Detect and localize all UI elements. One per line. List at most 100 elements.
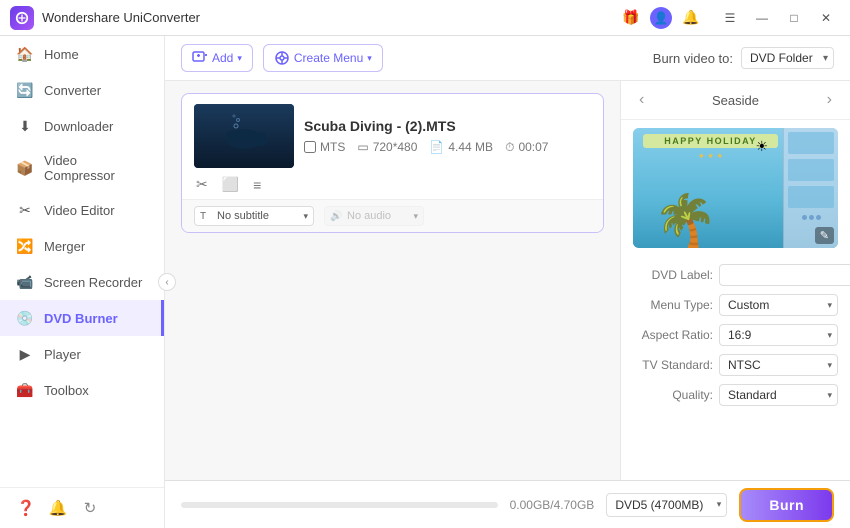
dvd-type-select[interactable]: DVD5 (4700MB) DVD9 (8500MB): [606, 493, 727, 517]
main-area: Scuba Diving - (2).MTS MTS ▭ 720*480: [165, 81, 850, 480]
dot-2: [809, 215, 814, 220]
rp-thumb-2: [788, 159, 834, 181]
minimize-btn[interactable]: —: [748, 8, 776, 28]
dvd-type-select-wrap[interactable]: DVD5 (4700MB) DVD9 (8500MB): [606, 493, 727, 517]
file-meta: MTS ▭ 720*480 📄 4.44 MB: [304, 140, 591, 155]
burn-button[interactable]: Burn: [739, 488, 834, 522]
progress-bar: [181, 502, 498, 508]
clock-icon: ⏱: [505, 140, 514, 155]
sidebar-item-converter[interactable]: 🔄 Converter: [0, 72, 164, 108]
quality-field: Quality: Standard High Low: [633, 384, 838, 406]
sidebar-item-video-editor[interactable]: ✂ Video Editor: [0, 192, 164, 228]
resolution-item: ▭ 720*480: [357, 140, 417, 154]
collapse-sidebar-btn[interactable]: ‹: [158, 273, 176, 291]
close-btn[interactable]: ✕: [812, 8, 840, 28]
subtitle-select-wrap[interactable]: T No subtitle: [194, 206, 314, 226]
rp-dots: [788, 215, 834, 220]
sidebar-item-merger[interactable]: 🔀 Merger: [0, 228, 164, 264]
rp-fields: DVD Label: Menu Type: Custom Default Non…: [621, 256, 850, 414]
tv-standard-select[interactable]: NTSC PAL: [719, 354, 838, 376]
sidebar-item-toolbox[interactable]: 🧰 Toolbox: [0, 372, 164, 408]
bottom-bar: 0.00GB/4.70GB DVD5 (4700MB) DVD9 (8500MB…: [165, 480, 850, 528]
add-media-btn[interactable]: Add ▾: [181, 44, 253, 72]
menu-type-field: Menu Type: Custom Default None: [633, 294, 838, 316]
sidebar-label-editor: Video Editor: [44, 203, 115, 218]
resolution-icon: ▭: [357, 140, 368, 154]
sidebar-label-converter: Converter: [44, 83, 101, 98]
sidebar-label-compressor: Video Compressor: [44, 153, 148, 183]
menu-type-text: Menu Type:: [633, 298, 713, 312]
sidebar-label-player: Player: [44, 347, 81, 362]
tv-standard-select-wrap[interactable]: NTSC PAL: [719, 354, 838, 376]
editor-icon: ✂: [16, 201, 34, 219]
gift-icon-btn[interactable]: 🎁: [618, 5, 644, 31]
resolution-value: 720*480: [373, 140, 418, 154]
sidebar-item-video-compressor[interactable]: 📦 Video Compressor: [0, 144, 164, 192]
format-item[interactable]: MTS: [304, 140, 345, 154]
effect-btn[interactable]: ≡: [251, 174, 263, 195]
palm-tree-icon: 🌴: [653, 196, 718, 248]
create-menu-btn[interactable]: Create Menu ▾: [263, 44, 383, 72]
menu-btn[interactable]: ☰: [716, 8, 744, 28]
bell-icon-btn[interactable]: 🔔: [678, 5, 704, 31]
help-icon[interactable]: ❓: [16, 498, 36, 518]
window-controls: ☰ — □ ✕: [716, 8, 840, 28]
sidebar-item-dvd-burner[interactable]: 💿 DVD Burner: [0, 300, 164, 336]
size-icon: 📄: [429, 140, 444, 154]
format-label: MTS: [320, 140, 345, 154]
titlebar: Wondershare UniConverter 🎁 👤 🔔 ☰ — □ ✕: [0, 0, 850, 36]
notification-icon[interactable]: 🔔: [48, 498, 68, 518]
duration-value: 00:07: [518, 140, 548, 154]
converter-icon: 🔄: [16, 81, 34, 99]
compressor-icon: 📦: [16, 159, 34, 177]
dvd-icon: 💿: [16, 309, 34, 327]
dvd-label-field: DVD Label:: [633, 264, 838, 286]
menu-type-select-wrap[interactable]: Custom Default None: [719, 294, 838, 316]
sidebar-item-screen-recorder[interactable]: 📹 Screen Recorder: [0, 264, 164, 300]
tv-standard-text: TV Standard:: [633, 358, 713, 372]
quality-select-wrap[interactable]: Standard High Low: [719, 384, 838, 406]
subtitle-select[interactable]: No subtitle: [194, 206, 314, 226]
add-media-label: Add: [212, 51, 233, 65]
refresh-icon[interactable]: ↻: [80, 498, 100, 518]
cut-btn[interactable]: ✂: [194, 174, 210, 195]
dvd-label-input[interactable]: [719, 264, 850, 286]
sidebar-label-toolbox: Toolbox: [44, 383, 89, 398]
user-icon-btn[interactable]: 👤: [650, 7, 672, 29]
dvd-label-text: DVD Label:: [633, 268, 713, 282]
dot-3: [816, 215, 821, 220]
toolbar: Add ▾ Create Menu ▾: [165, 36, 620, 80]
format-checkbox[interactable]: [304, 141, 316, 153]
quality-select[interactable]: Standard High Low: [719, 384, 838, 406]
rp-edit-btn[interactable]: ✎: [815, 227, 834, 244]
file-info: Scuba Diving - (2).MTS MTS ▭ 720*480: [304, 118, 591, 155]
aspect-ratio-select[interactable]: 16:9 4:3: [719, 324, 838, 346]
rp-nav-title: Seaside: [712, 93, 759, 108]
menu-type-select[interactable]: Custom Default None: [719, 294, 838, 316]
create-menu-arrow: ▾: [367, 53, 372, 64]
sidebar: 🏠 Home 🔄 Converter ⬇ Downloader 📦 Video …: [0, 36, 165, 528]
toolbox-icon: 🧰: [16, 381, 34, 399]
aspect-ratio-select-wrap[interactable]: 16:9 4:3: [719, 324, 838, 346]
sidebar-item-home[interactable]: 🏠 Home: [0, 36, 164, 72]
sidebar-item-downloader[interactable]: ⬇ Downloader: [0, 108, 164, 144]
file-name: Scuba Diving - (2).MTS: [304, 118, 591, 134]
sidebar-label-downloader: Downloader: [44, 119, 113, 134]
merger-icon: 🔀: [16, 237, 34, 255]
burn-select-wrap[interactable]: DVD Folder DVD Disc ISO File: [741, 47, 834, 69]
right-panel: ‹ Seaside › HAPPY HOLIDAY ★ ★ ★: [620, 81, 850, 480]
burn-label: Burn video to:: [653, 51, 733, 66]
sidebar-label-dvd: DVD Burner: [44, 311, 118, 326]
file-area: Scuba Diving - (2).MTS MTS ▭ 720*480: [165, 81, 620, 480]
rp-next-btn[interactable]: ›: [821, 89, 838, 111]
titlebar-actions: 🎁 👤 🔔: [618, 5, 704, 31]
rp-prev-btn[interactable]: ‹: [633, 89, 650, 111]
thumb-image: [194, 104, 294, 168]
sidebar-item-player[interactable]: ▶ Player: [0, 336, 164, 372]
burn-destination-select[interactable]: DVD Folder DVD Disc ISO File: [741, 47, 834, 69]
maximize-btn[interactable]: □: [780, 8, 808, 28]
crop-btn[interactable]: ⬜: [220, 174, 241, 195]
file-bottom: T No subtitle 🔊 No audio: [182, 199, 603, 232]
downloader-icon: ⬇: [16, 117, 34, 135]
sidebar-label-merger: Merger: [44, 239, 85, 254]
